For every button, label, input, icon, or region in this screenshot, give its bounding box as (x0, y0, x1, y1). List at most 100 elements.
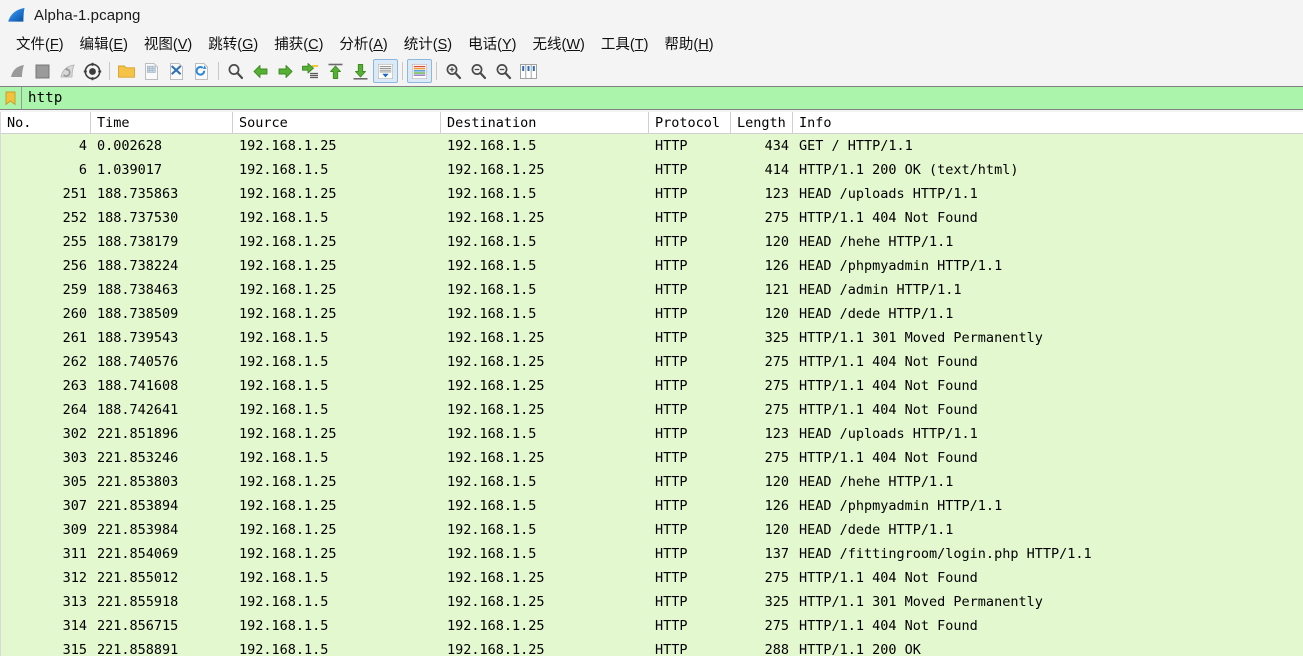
go-to-packet-icon[interactable] (298, 59, 323, 83)
find-packet-icon[interactable] (223, 59, 248, 83)
menu-view-accel: V (177, 37, 188, 53)
resize-columns-icon[interactable] (516, 59, 541, 83)
table-row[interactable]: 315 221.858891 192.168.1.5 192.168.1.25 HTTP… (1, 638, 1303, 656)
packet-destination: 192.168.1.25 (447, 450, 545, 466)
go-to-last-icon[interactable] (348, 59, 373, 83)
column-header-time[interactable]: Time (91, 112, 233, 133)
packet-destination: 192.168.1.25 (447, 330, 545, 346)
column-header-no[interactable]: No. (1, 112, 91, 133)
column-header-info[interactable]: Info (793, 112, 1303, 133)
packet-no: 255 (62, 234, 87, 250)
menu-tools-accel: T (634, 37, 644, 53)
packet-time: 188.738509 (97, 306, 179, 322)
table-row[interactable]: 251 188.735863 192.168.1.25 192.168.1.5 HTTP… (1, 182, 1303, 206)
packet-time: 221.853894 (97, 498, 179, 514)
packet-info: HEAD /dede HTTP/1.1 (799, 522, 954, 538)
packet-protocol: HTTP (655, 546, 688, 562)
go-forward-icon[interactable] (273, 59, 298, 83)
table-row[interactable]: 309 221.853984 192.168.1.25 192.168.1.5 HTTP… (1, 518, 1303, 542)
packet-length: 120 (764, 306, 789, 322)
table-row[interactable]: 4 0.002628 192.168.1.25 192.168.1.5 HTTP 434 G… (1, 134, 1303, 158)
packet-list-body[interactable]: 4 0.002628 192.168.1.25 192.168.1.5 HTTP 434 G… (1, 134, 1303, 656)
column-header-protocol[interactable]: Protocol (649, 112, 731, 133)
packet-length: 275 (764, 450, 789, 466)
table-row[interactable]: 313 221.855918 192.168.1.5 192.168.1.25 HTTP… (1, 590, 1303, 614)
window-title: Alpha-1.pcapng (34, 6, 141, 24)
column-header-length[interactable]: Length (731, 112, 793, 133)
packet-length: 325 (764, 330, 789, 346)
colorize-packets-icon[interactable] (407, 59, 432, 83)
zoom-in-icon[interactable] (441, 59, 466, 83)
menu-statistics[interactable]: 统计(S) (396, 31, 460, 56)
packet-length: 126 (764, 258, 789, 274)
packet-time: 188.742641 (97, 402, 179, 418)
table-row[interactable]: 303 221.853246 192.168.1.5 192.168.1.25 HTTP… (1, 446, 1303, 470)
packet-length: 414 (764, 162, 789, 178)
capture-options-icon[interactable] (80, 59, 105, 83)
menu-go[interactable]: 跳转(G) (200, 31, 266, 56)
packet-source: 192.168.1.5 (239, 618, 329, 634)
table-row[interactable]: 312 221.855012 192.168.1.5 192.168.1.25 HTTP… (1, 566, 1303, 590)
packet-no: 259 (62, 282, 87, 298)
packet-source: 192.168.1.5 (239, 570, 329, 586)
menu-help[interactable]: 帮助(H) (656, 31, 721, 56)
go-to-first-icon[interactable] (323, 59, 348, 83)
menu-tools[interactable]: 工具(T) (593, 31, 657, 56)
start-capture-icon[interactable] (5, 59, 30, 83)
menu-capture[interactable]: 捕获(C) (266, 31, 331, 56)
table-row[interactable]: 263 188.741608 192.168.1.5 192.168.1.25 HTTP… (1, 374, 1303, 398)
packet-source: 192.168.1.5 (239, 162, 329, 178)
bookmark-icon[interactable] (0, 87, 22, 109)
table-row[interactable]: 256 188.738224 192.168.1.25 192.168.1.5 HTTP… (1, 254, 1303, 278)
menu-telephony[interactable]: 电话(Y) (460, 31, 524, 56)
display-filter-input[interactable] (22, 87, 1303, 109)
packet-source: 192.168.1.25 (239, 426, 337, 442)
reload-file-icon[interactable] (189, 59, 214, 83)
table-row[interactable]: 259 188.738463 192.168.1.25 192.168.1.5 HTTP… (1, 278, 1303, 302)
packet-no: 302 (62, 426, 87, 442)
table-row[interactable]: 307 221.853894 192.168.1.25 192.168.1.5 HTTP… (1, 494, 1303, 518)
packet-no: 262 (62, 354, 87, 370)
table-row[interactable]: 314 221.856715 192.168.1.5 192.168.1.25 HTTP… (1, 614, 1303, 638)
menu-view[interactable]: 视图(V) (136, 31, 200, 56)
packet-destination: 192.168.1.25 (447, 402, 545, 418)
table-row[interactable]: 255 188.738179 192.168.1.25 192.168.1.5 HTTP… (1, 230, 1303, 254)
table-row[interactable]: 260 188.738509 192.168.1.25 192.168.1.5 HTTP… (1, 302, 1303, 326)
restart-capture-icon[interactable] (55, 59, 80, 83)
menu-capture-label: 捕获 (274, 37, 304, 53)
packet-time: 188.739543 (97, 330, 179, 346)
packet-source: 192.168.1.5 (239, 330, 329, 346)
zoom-reset-icon[interactable] (491, 59, 516, 83)
menu-edit[interactable]: 编辑(E) (72, 31, 136, 56)
menu-analyze[interactable]: 分析(A) (331, 31, 395, 56)
packet-no: 313 (62, 594, 87, 610)
column-header-destination[interactable]: Destination (441, 112, 649, 133)
open-file-icon[interactable] (114, 59, 139, 83)
table-row[interactable]: 305 221.853803 192.168.1.25 192.168.1.5 HTTP… (1, 470, 1303, 494)
table-row[interactable]: 252 188.737530 192.168.1.5 192.168.1.25 HTTP… (1, 206, 1303, 230)
column-header-source[interactable]: Source (233, 112, 441, 133)
table-row[interactable]: 311 221.854069 192.168.1.25 192.168.1.5 HTTP… (1, 542, 1303, 566)
packet-info: HTTP/1.1 404 Not Found (799, 450, 978, 466)
table-row[interactable]: 6 1.039017 192.168.1.5 192.168.1.25 HTTP 414 H… (1, 158, 1303, 182)
packet-no: 314 (62, 618, 87, 634)
packet-source: 192.168.1.25 (239, 546, 337, 562)
table-row[interactable]: 262 188.740576 192.168.1.5 192.168.1.25 HTTP… (1, 350, 1303, 374)
packet-time: 0.002628 (97, 138, 163, 154)
menu-wireless[interactable]: 无线(W) (524, 31, 592, 56)
stop-capture-icon[interactable] (30, 59, 55, 83)
packet-info: GET / HTTP/1.1 (799, 138, 913, 154)
zoom-out-icon[interactable] (466, 59, 491, 83)
auto-scroll-icon[interactable] (373, 59, 398, 83)
go-back-icon[interactable] (248, 59, 273, 83)
table-row[interactable]: 302 221.851896 192.168.1.25 192.168.1.5 HTTP… (1, 422, 1303, 446)
menu-file[interactable]: 文件(F) (8, 31, 72, 56)
save-file-icon[interactable] (139, 59, 164, 83)
main-toolbar (0, 57, 1303, 85)
packet-protocol: HTTP (655, 618, 688, 634)
close-file-icon[interactable] (164, 59, 189, 83)
table-row[interactable]: 261 188.739543 192.168.1.5 192.168.1.25 HTTP… (1, 326, 1303, 350)
packet-destination: 192.168.1.5 (447, 234, 537, 250)
packet-info: HTTP/1.1 404 Not Found (799, 354, 978, 370)
table-row[interactable]: 264 188.742641 192.168.1.5 192.168.1.25 HTTP… (1, 398, 1303, 422)
